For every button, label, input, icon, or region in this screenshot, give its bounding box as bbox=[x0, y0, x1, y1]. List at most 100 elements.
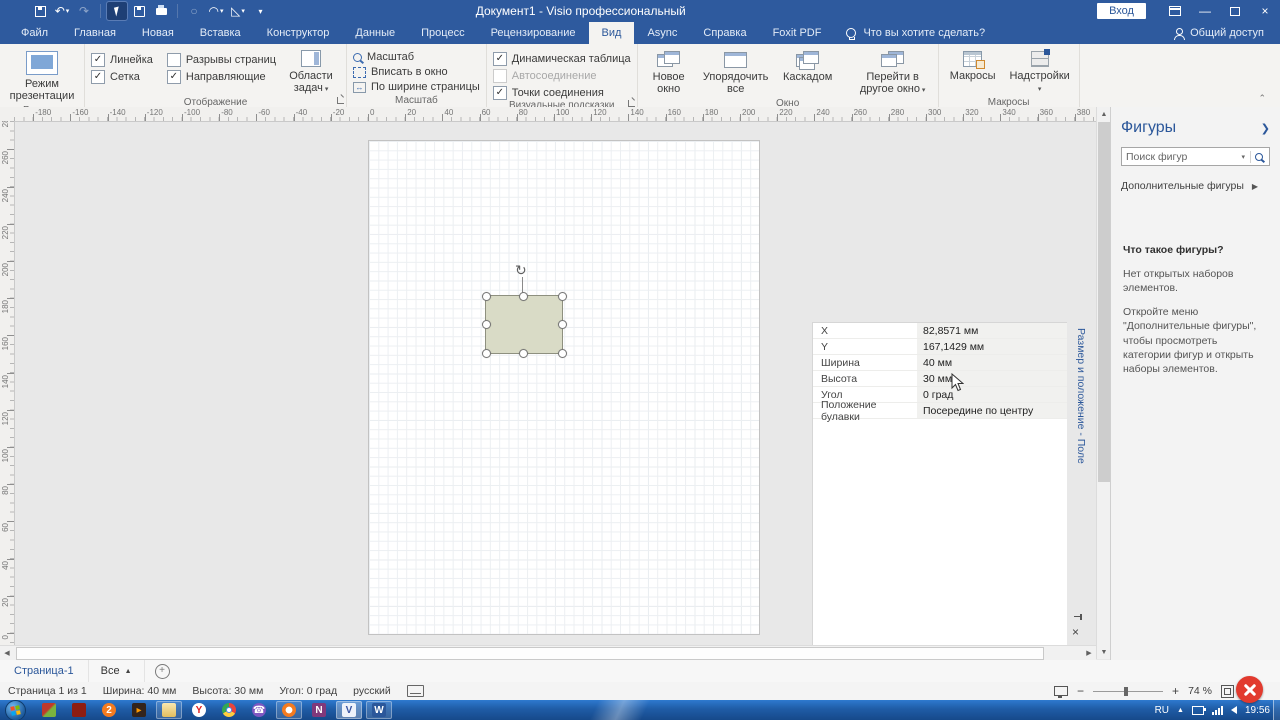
ribbon-display-options-icon[interactable] bbox=[1160, 0, 1190, 22]
field-value[interactable]: Посередине по центру bbox=[917, 403, 1067, 418]
switch-windows-button[interactable]: Перейти в другое окно bbox=[854, 47, 932, 98]
taskbar-app-orange-ring[interactable] bbox=[276, 701, 302, 719]
shape-search-input[interactable]: Поиск фигур ▾ bbox=[1121, 147, 1270, 166]
field-value[interactable]: 82,8571 мм bbox=[917, 323, 1067, 338]
checkbox-page-breaks[interactable]: Разрывы страниц bbox=[167, 52, 276, 67]
dialog-launcher-icon[interactable] bbox=[628, 100, 635, 107]
checkbox-ruler[interactable]: Линейка bbox=[91, 52, 153, 67]
share-button[interactable]: Общий доступ bbox=[1174, 22, 1280, 44]
scroll-right-icon[interactable]: ▶ bbox=[1082, 646, 1096, 660]
taskbar-yandex[interactable]: Y bbox=[186, 701, 212, 719]
ribbon-tab-foxit-pdf[interactable]: Foxit PDF bbox=[760, 22, 835, 44]
ribbon-tab-вставка[interactable]: Вставка bbox=[187, 22, 254, 44]
fit-page-icon[interactable] bbox=[1221, 685, 1234, 698]
field-value[interactable]: 40 мм bbox=[917, 355, 1067, 370]
ellipse-tool-icon[interactable]: ◠▾ bbox=[206, 2, 226, 20]
ribbon-tab-данные[interactable]: Данные bbox=[342, 22, 408, 44]
taskbar-app-red-green[interactable] bbox=[36, 701, 62, 719]
selected-rectangle-shape[interactable] bbox=[485, 295, 563, 354]
taskbar-onenote[interactable]: N bbox=[306, 701, 332, 719]
keyboard-icon[interactable] bbox=[407, 685, 424, 697]
shape-tool-icon[interactable]: ◺▾ bbox=[228, 2, 248, 20]
task-panes-button[interactable]: Области задач bbox=[282, 47, 340, 97]
customize-qat-icon[interactable]: ▾ bbox=[250, 2, 270, 20]
presentation-view-icon[interactable] bbox=[1054, 686, 1068, 696]
zoom-slider[interactable] bbox=[1093, 691, 1163, 692]
checkbox-guides[interactable]: Направляющие bbox=[167, 69, 276, 84]
checkbox-connection-points[interactable]: Точки соединения bbox=[493, 85, 631, 100]
drawing-page[interactable]: ↻ bbox=[368, 140, 760, 635]
fit-to-window-button[interactable]: Вписать в окно bbox=[353, 66, 480, 78]
new-window-button[interactable]: Новое окно bbox=[644, 47, 694, 98]
circle-tool-icon[interactable]: ○ bbox=[184, 2, 204, 20]
drawing-canvas[interactable]: ↻ X82,8571 ммY167,1429 ммШирина40 ммВысо… bbox=[14, 121, 1096, 645]
cascade-button[interactable]: Каскадом bbox=[778, 47, 838, 85]
zoom-out-icon[interactable]: − bbox=[1077, 686, 1084, 696]
selection-handle[interactable] bbox=[519, 292, 528, 301]
taskbar-word[interactable]: W bbox=[366, 701, 392, 719]
selection-handle[interactable] bbox=[519, 349, 528, 358]
scroll-left-icon[interactable]: ◀ bbox=[0, 646, 14, 660]
undo-icon[interactable]: ↶▾ bbox=[52, 2, 72, 20]
taskbar-viber[interactable]: ☎ bbox=[246, 701, 272, 719]
ribbon-tab-вид[interactable]: Вид bbox=[589, 22, 635, 44]
pin-icon[interactable] bbox=[1074, 614, 1085, 620]
macros-button[interactable]: Макросы bbox=[945, 47, 1001, 84]
horizontal-scroll-thumb[interactable] bbox=[16, 647, 1044, 660]
zoom-slider-thumb[interactable] bbox=[1124, 687, 1128, 696]
vertical-scrollbar[interactable]: ▲ ▼ bbox=[1096, 107, 1111, 659]
field-value[interactable]: 167,1429 мм bbox=[917, 339, 1067, 354]
zoom-in-icon[interactable]: + bbox=[1172, 686, 1179, 696]
page-tab-1[interactable]: Страница-1 bbox=[0, 660, 89, 682]
dialog-launcher-icon[interactable] bbox=[337, 97, 344, 104]
presentation-mode-button[interactable]: Режим презентации bbox=[6, 47, 78, 105]
status-angle[interactable]: Угол: 0 град bbox=[279, 685, 337, 697]
more-shapes-menu[interactable]: Дополнительные фигуры ▶ bbox=[1111, 166, 1280, 192]
taskbar-app-orange-2[interactable]: 2 bbox=[96, 701, 122, 719]
selection-handle[interactable] bbox=[558, 349, 567, 358]
all-pages-button[interactable]: Все ▲ bbox=[89, 660, 145, 682]
battery-icon[interactable] bbox=[1192, 706, 1204, 715]
restore-icon[interactable] bbox=[1220, 0, 1250, 22]
format-painter-icon[interactable] bbox=[129, 2, 149, 20]
status-width[interactable]: Ширина: 40 мм bbox=[103, 685, 177, 697]
rotation-handle-icon[interactable]: ↻ bbox=[515, 263, 527, 277]
scroll-down-icon[interactable]: ▼ bbox=[1097, 645, 1111, 659]
selection-handle[interactable] bbox=[558, 292, 567, 301]
close-icon[interactable]: × bbox=[1250, 0, 1280, 22]
ribbon-tab-конструктор[interactable]: Конструктор bbox=[254, 22, 343, 44]
print-icon[interactable] bbox=[151, 2, 171, 20]
taskbar-explorer[interactable] bbox=[156, 701, 182, 719]
zoom-percent[interactable]: 74 % bbox=[1188, 685, 1212, 697]
sign-in-button[interactable]: Вход bbox=[1097, 3, 1146, 19]
ribbon-tab-процесс[interactable]: Процесс bbox=[408, 22, 477, 44]
checkbox-dynamic-grid[interactable]: Динамическая таблица bbox=[493, 51, 631, 66]
addins-button[interactable]: Надстройки bbox=[1007, 47, 1073, 97]
add-page-icon[interactable]: + bbox=[155, 664, 170, 679]
chevron-down-icon[interactable]: ▾ bbox=[1241, 153, 1245, 161]
scroll-up-icon[interactable]: ▲ bbox=[1097, 107, 1111, 121]
taskbar-app-dark-red[interactable] bbox=[66, 701, 92, 719]
field-value[interactable]: 0 град bbox=[917, 387, 1067, 402]
clock[interactable]: 19:56 bbox=[1245, 705, 1270, 716]
panel-close-icon[interactable]: × bbox=[1072, 626, 1079, 638]
show-desktop-button[interactable] bbox=[1273, 700, 1280, 720]
hidden-icons-icon[interactable]: ▲ bbox=[1177, 707, 1184, 714]
start-button[interactable] bbox=[5, 700, 26, 720]
selection-handle[interactable] bbox=[482, 320, 491, 329]
taskbar-chrome[interactable] bbox=[216, 701, 242, 719]
vertical-scroll-thumb[interactable] bbox=[1098, 122, 1110, 482]
horizontal-scrollbar[interactable]: ◀ ▶ bbox=[0, 645, 1096, 660]
redo-icon[interactable]: ↷ bbox=[74, 2, 94, 20]
taskbar-visio[interactable]: V bbox=[336, 701, 362, 719]
field-value[interactable]: 30 мм bbox=[917, 371, 1067, 386]
ribbon-tab-рецензирование[interactable]: Рецензирование bbox=[478, 22, 589, 44]
chevron-right-icon[interactable]: ❯ bbox=[1261, 122, 1270, 135]
network-icon[interactable] bbox=[1212, 706, 1223, 715]
pointer-tool-icon[interactable] bbox=[107, 2, 127, 20]
status-height[interactable]: Высота: 30 мм bbox=[192, 685, 263, 697]
arrange-all-button[interactable]: Упорядочить все bbox=[700, 47, 772, 98]
ribbon-tab-главная[interactable]: Главная bbox=[61, 22, 129, 44]
checkbox-grid[interactable]: Сетка bbox=[91, 69, 153, 84]
recorder-badge-icon[interactable] bbox=[1236, 676, 1263, 703]
